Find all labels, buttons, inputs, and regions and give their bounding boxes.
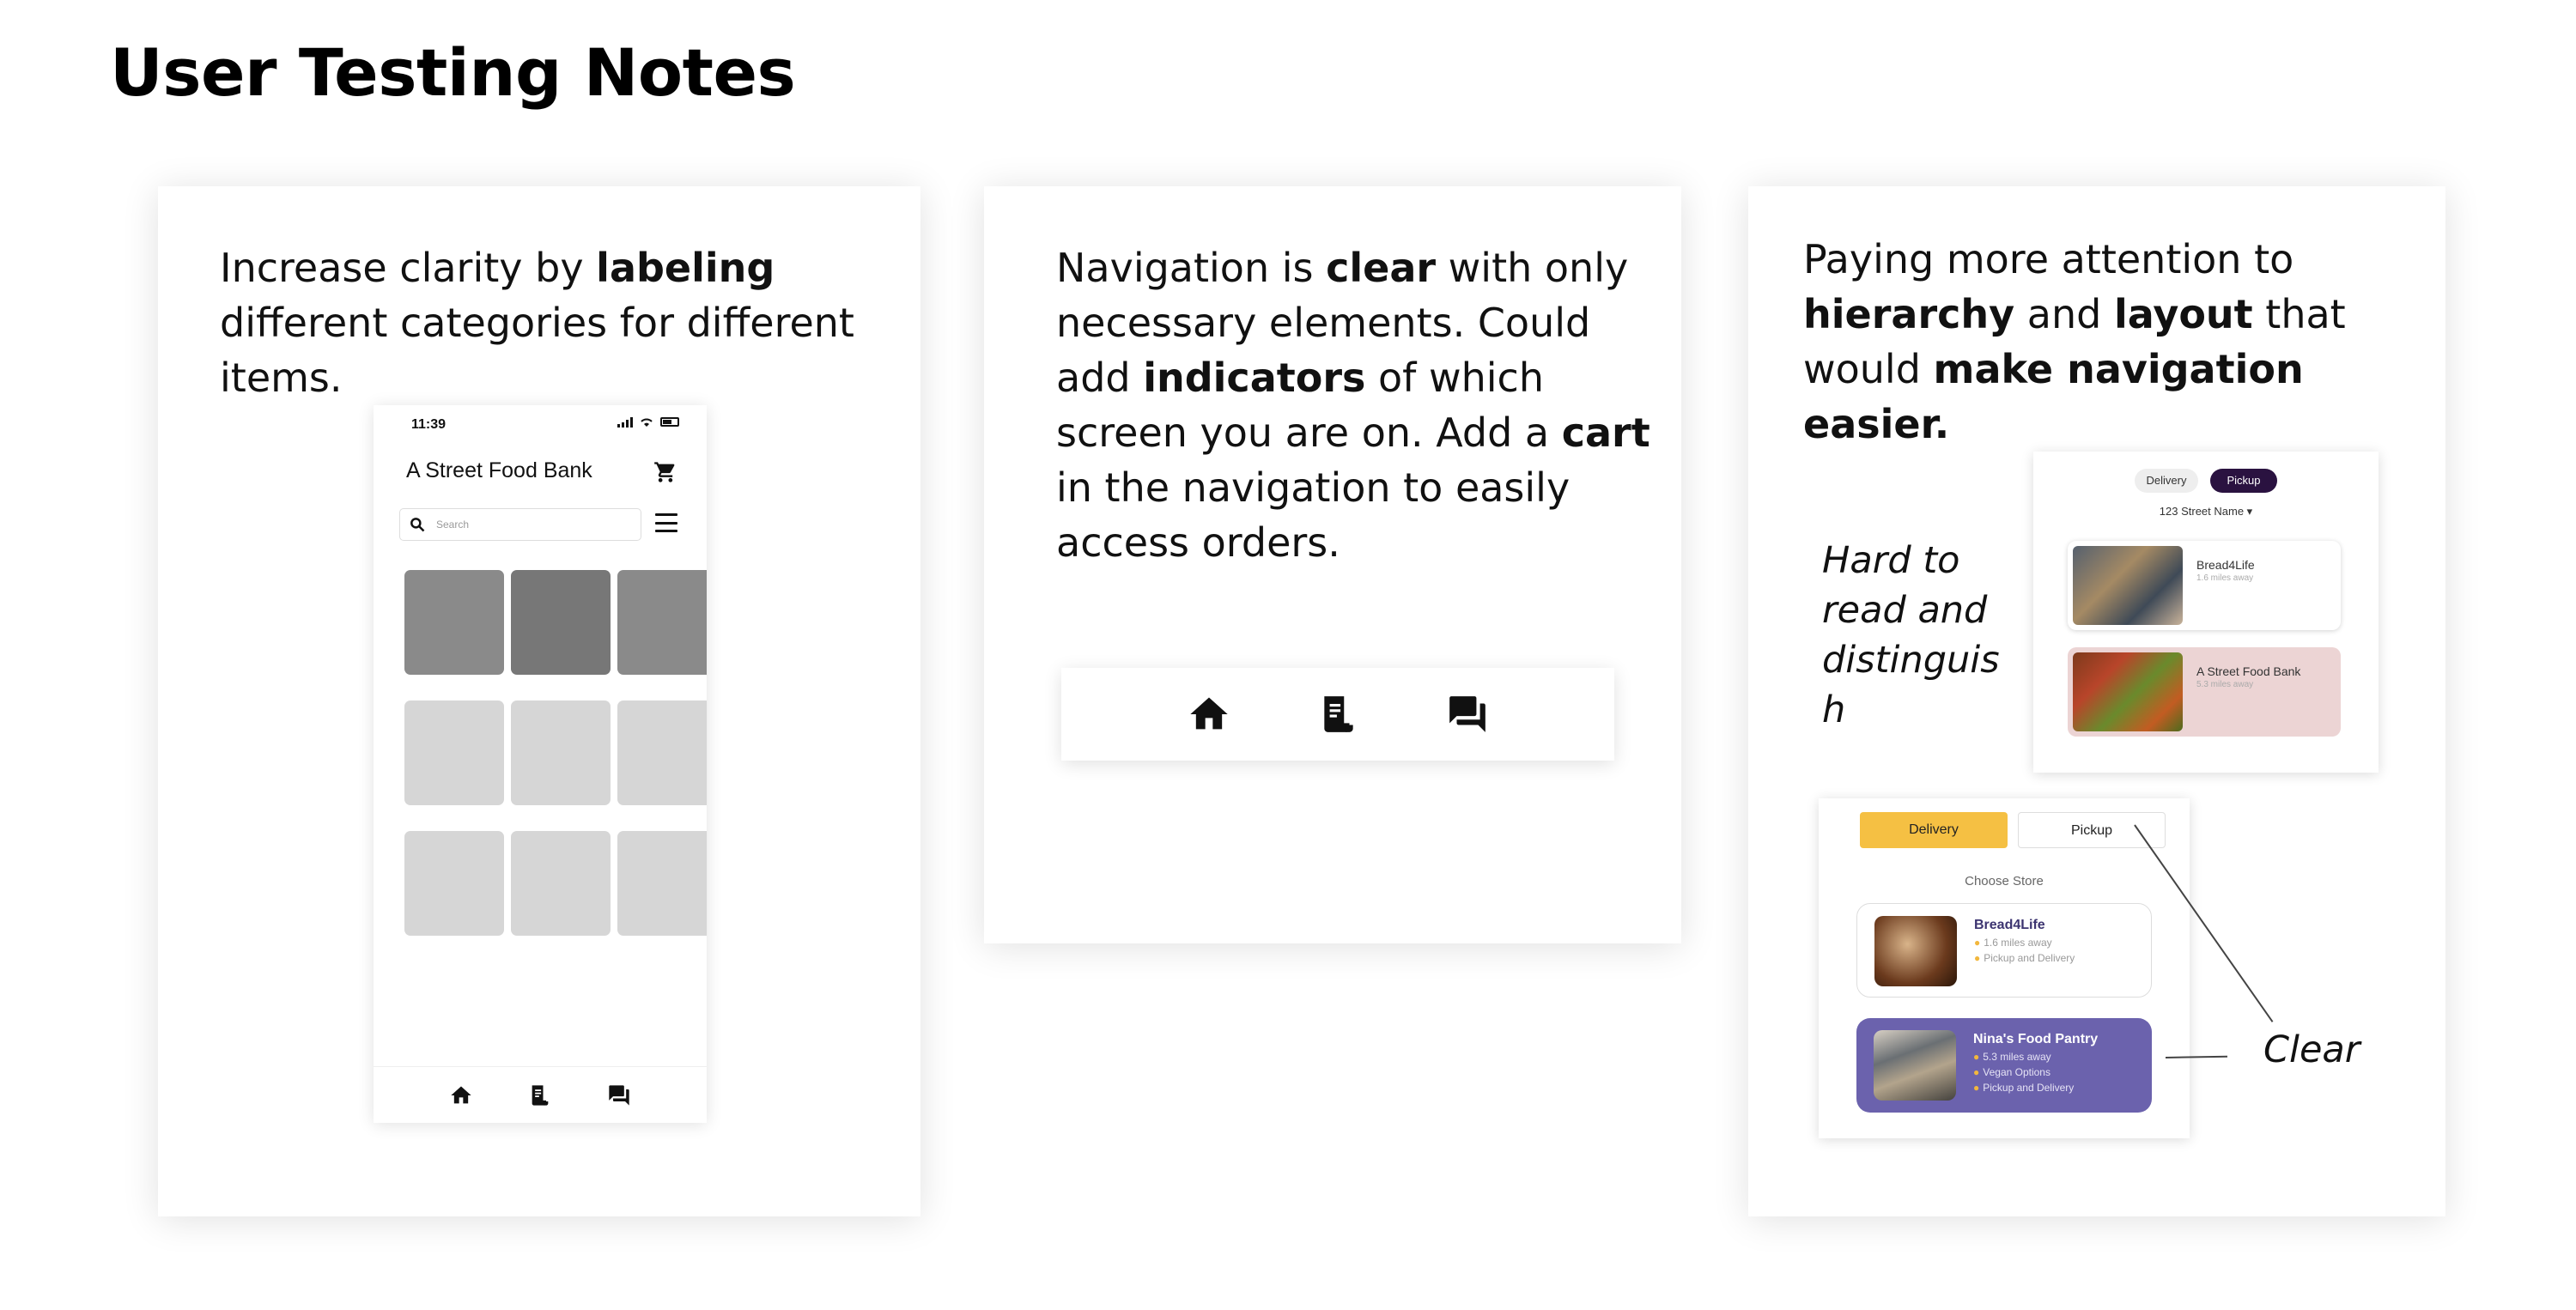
store-title: A Street Food Bank xyxy=(406,458,592,482)
home-icon[interactable] xyxy=(1187,692,1231,737)
search-icon xyxy=(410,518,425,532)
old-pickup-screen: Delivery Pickup 123 Street Name ▾ Bread4… xyxy=(2033,452,2379,773)
store-detail: ● Pickup and Delivery xyxy=(1974,952,2075,964)
choose-store-label: Choose Store xyxy=(1965,874,2044,888)
store-photo xyxy=(2073,652,2183,731)
tab-delivery-old[interactable]: Delivery xyxy=(2135,469,2198,493)
cart-icon[interactable] xyxy=(653,460,677,484)
new-pickup-screen: Delivery Pickup Choose Store Bread4Life … xyxy=(1819,798,2190,1138)
status-icons xyxy=(617,417,679,428)
store-card-street-food-bank-old[interactable]: A Street Food Bank 5.3 miles away xyxy=(2068,647,2341,737)
tab-delivery[interactable]: Delivery xyxy=(1860,812,2008,848)
note-text-hierarchy: Paying more attention to hierarchy and l… xyxy=(1803,236,2346,447)
annotation-clear: Clear xyxy=(2263,1028,2360,1071)
store-detail: ● Vegan Options xyxy=(1973,1066,2050,1078)
menu-icon[interactable] xyxy=(655,513,677,532)
chat-icon[interactable] xyxy=(1446,693,1489,736)
bottom-nav-bar xyxy=(1061,668,1614,761)
category-tile[interactable] xyxy=(511,831,611,936)
status-time: 11:39 xyxy=(411,417,447,432)
tab-pickup[interactable]: Pickup xyxy=(2018,812,2166,848)
store-card-ninas-food-pantry[interactable]: Nina's Food Pantry ● 5.3 miles away ● Vega… xyxy=(1856,1018,2152,1113)
category-tile[interactable] xyxy=(404,831,504,936)
page-title: User Testing Notes xyxy=(110,34,796,111)
category-tile[interactable] xyxy=(617,570,707,675)
chat-icon[interactable] xyxy=(607,1083,631,1107)
store-name: Bread4Life xyxy=(2196,558,2255,572)
home-icon[interactable] xyxy=(449,1083,473,1107)
signal-icon xyxy=(617,417,633,428)
category-tile[interactable] xyxy=(511,570,611,675)
store-photo xyxy=(1874,1030,1956,1101)
category-tile[interactable] xyxy=(511,700,611,805)
category-tile[interactable] xyxy=(404,570,504,675)
note-text-labeling: Increase clarity by labeling different c… xyxy=(220,245,854,401)
wifi-icon xyxy=(641,418,653,427)
tab-pickup-old[interactable]: Pickup xyxy=(2210,469,2277,493)
store-detail: ● 5.3 miles away xyxy=(1973,1051,2051,1063)
store-detail: ● 1.6 miles away xyxy=(1974,937,2052,949)
store-distance: 1.6 miles away xyxy=(2196,573,2254,583)
store-name: A Street Food Bank xyxy=(2196,664,2301,678)
store-card-bread4life[interactable]: Bread4Life ● 1.6 miles away ● Pickup and D… xyxy=(1856,903,2152,998)
store-name: Nina's Food Pantry xyxy=(1973,1032,2099,1046)
note-text-navigation: Navigation is clear with only necessary … xyxy=(1056,245,1650,566)
store-card-bread4life-old[interactable]: Bread4Life 1.6 miles away xyxy=(2068,541,2341,630)
phone-mockup: 11:39 A Street Food Bank Search xyxy=(374,405,707,1123)
store-detail: ● Pickup and Delivery xyxy=(1973,1082,2075,1094)
store-name: Bread4Life xyxy=(1974,918,2045,932)
category-tile[interactable] xyxy=(404,700,504,805)
address-select[interactable]: 123 Street Name ▾ xyxy=(2033,505,2379,519)
category-tile[interactable] xyxy=(617,831,707,936)
phone-bottom-nav xyxy=(374,1066,707,1123)
annotation-hard-to-read: Hard to read and distinguis h xyxy=(1822,539,2000,731)
search-input[interactable]: Search xyxy=(399,508,641,541)
orders-icon[interactable] xyxy=(1317,693,1360,736)
category-tile[interactable] xyxy=(617,700,707,805)
orders-icon[interactable] xyxy=(528,1083,552,1107)
store-distance: 5.3 miles away xyxy=(2196,680,2254,689)
store-photo xyxy=(2073,546,2183,625)
battery-icon xyxy=(660,417,679,427)
store-photo xyxy=(1874,916,1957,986)
search-placeholder: Search xyxy=(436,519,470,531)
